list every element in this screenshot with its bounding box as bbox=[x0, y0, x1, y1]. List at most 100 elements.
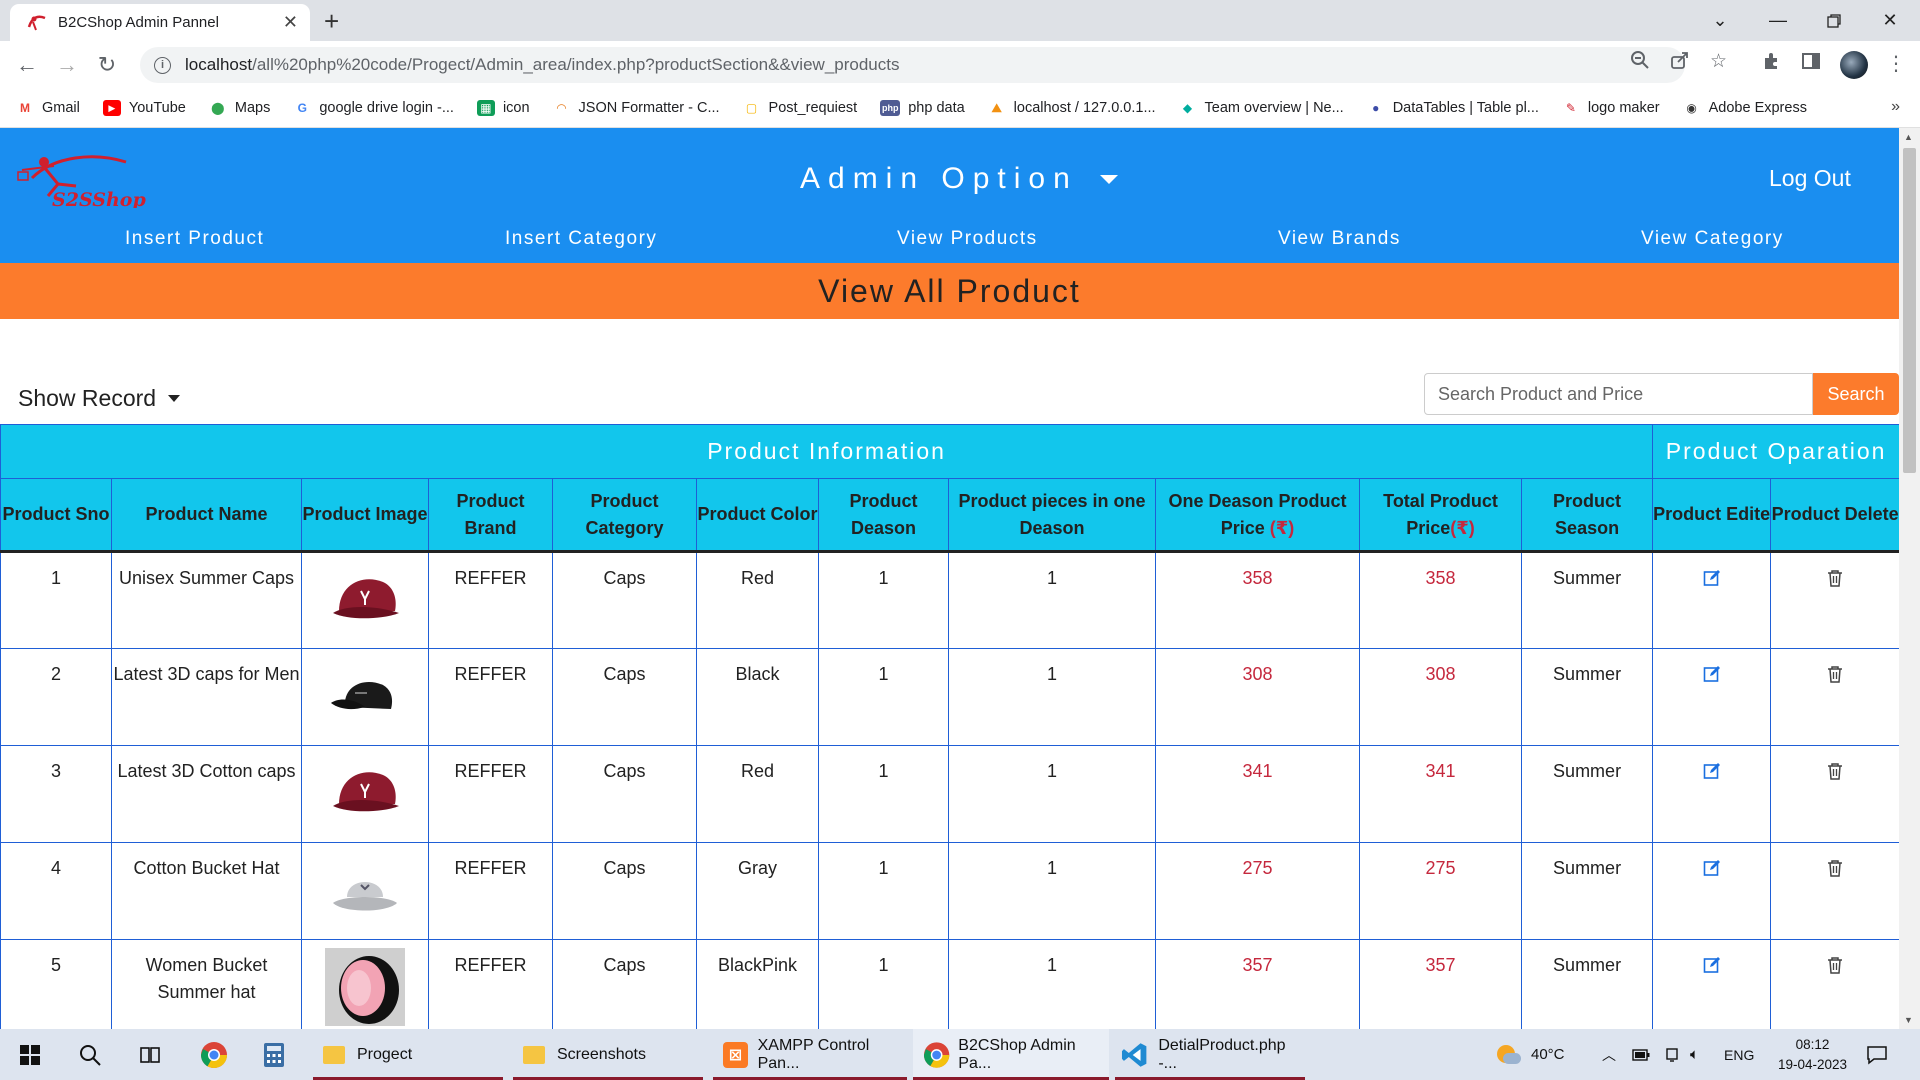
reload-icon[interactable]: ↻ bbox=[93, 51, 121, 79]
bookmark-item[interactable]: ⛰ localhost / 127.0.0.1... bbox=[988, 100, 1156, 116]
show-record-dropdown[interactable]: Show Record bbox=[18, 385, 181, 412]
device-icon[interactable] bbox=[1664, 1029, 1680, 1080]
bookmark-item[interactable]: ◆ Team overview | Ne... bbox=[1179, 100, 1344, 116]
bookmark-item[interactable]: ● DataTables | Table pl... bbox=[1367, 100, 1539, 116]
edit-icon[interactable] bbox=[1703, 858, 1721, 885]
chrome-icon[interactable] bbox=[194, 1029, 234, 1080]
trash-icon[interactable] bbox=[1827, 761, 1843, 788]
profile-avatar[interactable] bbox=[1840, 51, 1868, 79]
cell-edit bbox=[1652, 551, 1772, 649]
windows-start-icon[interactable] bbox=[10, 1029, 50, 1080]
clock[interactable]: 08:12 19-04-2023 bbox=[1778, 1029, 1847, 1080]
cell-total-price: 308 bbox=[1359, 648, 1522, 746]
taskbar-app-screenshots[interactable]: Screenshots bbox=[513, 1029, 703, 1080]
cell-delete bbox=[1770, 551, 1899, 649]
task-view-icon[interactable] bbox=[130, 1029, 170, 1080]
scroll-down-icon[interactable]: ▼ bbox=[1904, 1015, 1913, 1025]
bookmark-item[interactable]: Ggoogle drive login -... bbox=[293, 100, 454, 116]
trash-icon[interactable] bbox=[1827, 955, 1843, 982]
cell-pieces: 1 bbox=[948, 745, 1156, 843]
weather-widget[interactable]: 40°C bbox=[1495, 1029, 1565, 1080]
nav-insert-product[interactable]: Insert Product bbox=[125, 228, 264, 250]
s2sshop-logo[interactable]: S2SShop bbox=[14, 148, 149, 208]
edit-icon[interactable] bbox=[1703, 568, 1721, 595]
site-info-icon[interactable]: i bbox=[154, 56, 171, 74]
share-icon[interactable] bbox=[1670, 50, 1690, 76]
taskbar-app-xampp[interactable]: ⊠ XAMPP Control Pan... bbox=[713, 1029, 907, 1080]
edit-icon[interactable] bbox=[1703, 955, 1721, 982]
col-header-season: Product Season bbox=[1520, 478, 1654, 553]
cell-season: Summer bbox=[1520, 648, 1654, 746]
edit-icon[interactable] bbox=[1703, 761, 1721, 788]
calculator-icon[interactable] bbox=[254, 1029, 294, 1080]
nav-view-brands[interactable]: View Brands bbox=[1278, 228, 1401, 250]
nav-insert-category[interactable]: Insert Category bbox=[505, 228, 657, 250]
clock-time: 08:12 bbox=[1795, 1036, 1830, 1052]
col-header-sno: Product Sno bbox=[0, 478, 112, 553]
logout-link[interactable]: Log Out bbox=[1769, 165, 1851, 192]
bookmark-item[interactable]: M Gmail bbox=[16, 100, 80, 116]
tab-search-icon[interactable]: ⌄ bbox=[1692, 0, 1748, 41]
weather-sun-icon bbox=[1495, 1044, 1521, 1065]
clock-date: 19-04-2023 bbox=[1778, 1056, 1848, 1072]
back-icon[interactable]: ← bbox=[13, 51, 41, 79]
browser-menu-icon[interactable]: ⋮ bbox=[1886, 51, 1906, 76]
page-title: View All Product bbox=[0, 263, 1899, 319]
zoom-icon[interactable] bbox=[1630, 50, 1650, 76]
chevron-up-icon[interactable]: ︿ bbox=[1602, 1029, 1616, 1080]
page-scrollbar[interactable]: ▲ ▼ bbox=[1899, 128, 1920, 1029]
cell-pieces: 1 bbox=[948, 551, 1156, 649]
minimize-icon[interactable]: — bbox=[1750, 0, 1806, 41]
admin-option-dropdown[interactable]: Admin Option bbox=[800, 162, 1118, 196]
bookmark-label: DataTables | Table pl... bbox=[1392, 100, 1539, 116]
scrollbar-thumb[interactable] bbox=[1903, 148, 1916, 473]
forward-icon[interactable]: → bbox=[53, 51, 81, 79]
cell-edit bbox=[1652, 939, 1772, 1029]
cell-pieces: 1 bbox=[948, 648, 1156, 746]
volume-icon[interactable]: 🔈︎ bbox=[1690, 1029, 1699, 1080]
scroll-up-icon[interactable]: ▲ bbox=[1904, 132, 1913, 142]
edit-icon[interactable] bbox=[1703, 664, 1721, 691]
taskbar-app-progect[interactable]: Progect bbox=[313, 1029, 503, 1080]
bookmark-item[interactable]: ▢ Post_requiest bbox=[743, 100, 857, 116]
taskbar-app-chrome[interactable]: B2CShop Admin Pa... bbox=[913, 1029, 1109, 1080]
trash-icon[interactable] bbox=[1827, 664, 1843, 691]
bookmarks-overflow-icon[interactable]: » bbox=[1891, 98, 1900, 116]
bookmark-item[interactable]: ⬤ Maps bbox=[209, 100, 270, 116]
bookmark-item[interactable]: ◠ JSON Formatter - C... bbox=[553, 100, 720, 116]
nav-view-products[interactable]: View Products bbox=[897, 228, 1038, 250]
search-button[interactable]: Search bbox=[1813, 373, 1899, 415]
bookmark-star-icon[interactable]: ☆ bbox=[1710, 50, 1727, 73]
trash-icon[interactable] bbox=[1827, 858, 1843, 885]
tab-close-icon[interactable]: ✕ bbox=[283, 12, 298, 33]
battery-icon[interactable] bbox=[1632, 1029, 1650, 1080]
bookmark-label: Adobe Express bbox=[1708, 100, 1807, 116]
extensions-icon[interactable] bbox=[1762, 51, 1782, 77]
col-header-delete: Product Delete bbox=[1770, 478, 1899, 553]
new-tab-icon[interactable]: + bbox=[324, 6, 339, 36]
language-indicator[interactable]: ENG bbox=[1724, 1029, 1754, 1080]
side-panel-icon[interactable] bbox=[1801, 51, 1821, 77]
notifications-icon[interactable] bbox=[1866, 1029, 1888, 1080]
nav-view-category[interactable]: View Category bbox=[1641, 228, 1784, 250]
cell-category: Caps bbox=[552, 745, 697, 843]
search-input[interactable] bbox=[1424, 373, 1813, 415]
close-window-icon[interactable]: ✕ bbox=[1862, 0, 1918, 41]
browser-tab[interactable]: B2CShop Admin Pannel ✕ bbox=[10, 4, 310, 41]
bookmark-item[interactable]: ✎ logo maker bbox=[1562, 100, 1660, 116]
bookmark-item[interactable]: php php data bbox=[880, 100, 965, 116]
cell-category: Caps bbox=[552, 551, 697, 649]
taskbar-app-vscode[interactable]: DetialProduct.php -... bbox=[1115, 1029, 1305, 1080]
bookmark-item[interactable]: ▶ YouTube bbox=[102, 100, 186, 116]
restore-icon[interactable] bbox=[1806, 0, 1862, 41]
phpmyadmin-icon: ⛰ bbox=[991, 100, 1002, 115]
search-icon[interactable] bbox=[70, 1029, 110, 1080]
bookmark-item[interactable]: ◉ Adobe Express bbox=[1683, 100, 1807, 116]
trash-icon[interactable] bbox=[1827, 568, 1843, 595]
gmail-icon: M bbox=[20, 101, 30, 115]
php-icon: php bbox=[880, 100, 901, 116]
cell-sno: 4 bbox=[0, 842, 112, 940]
product-image-cell bbox=[301, 648, 429, 746]
url-field[interactable]: i localhost/all%20php%20code/Progect/Adm… bbox=[140, 47, 1685, 83]
bookmark-item[interactable]: ▦ icon bbox=[476, 100, 530, 116]
